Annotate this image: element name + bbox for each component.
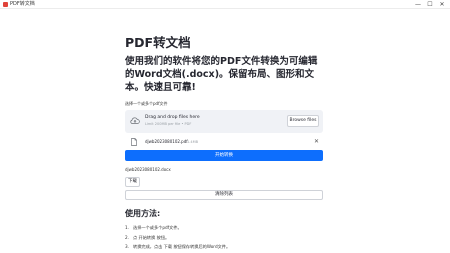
window-title: PDF转文档 [10, 1, 35, 7]
main-content: PDF转文档 使用我们的软件将您的PDF文件转换为可编辑的Word文档(.doc… [125, 35, 323, 252]
uploaded-file-row: djwb2023080102.pdf 1.4MB ✕ [125, 136, 323, 148]
uploaded-file-name: djwb2023080102.pdf [145, 139, 188, 144]
usage-heading: 使用方法: [125, 209, 161, 218]
window-titlebar: PDF转文档 — ☐ ✕ [0, 0, 450, 9]
minimize-button[interactable]: — [412, 0, 424, 9]
converted-file-name: djwb2023080102.docx [125, 167, 171, 172]
page-subtitle: 使用我们的软件将您的PDF文件转换为可编辑的Word文档(.docx)。保留布局… [125, 56, 318, 93]
dropzone-title: Drag and drop files here [145, 115, 200, 120]
app-icon [3, 2, 8, 7]
clear-list-button[interactable]: 清除列表 [125, 190, 323, 200]
usage-steps: 1. 选择一个或多个pdf文件。 2. 点 开始转换 按钮。 3. 转换完成，点击 下… [125, 223, 323, 252]
download-button[interactable]: 下载 [125, 177, 140, 187]
usage-step: 2. 点 开始转换 按钮。 [125, 234, 170, 240]
cloud-upload-icon [130, 117, 140, 124]
remove-file-icon[interactable]: ✕ [314, 137, 319, 147]
usage-step: 1. 选择一个或多个pdf文件。 [125, 225, 182, 230]
usage-step: 3. 转换完成，点击 下载 按钮保存转换后的Word文件。 [125, 244, 231, 249]
start-convert-button[interactable]: 开始转换 [125, 150, 323, 161]
browse-files-button[interactable]: Browse files [287, 115, 319, 127]
maximize-button[interactable]: ☐ [424, 0, 436, 9]
file-dropzone[interactable]: Drag and drop files here Limit 200MB per… [125, 110, 323, 133]
uploader-label: 选择一个或多个pdf文件 [125, 101, 168, 106]
file-icon [131, 138, 137, 146]
dropzone-hint: Limit 200MB per file • PDF [145, 122, 192, 126]
uploaded-file-size: 1.4MB [187, 140, 198, 144]
close-window-button[interactable]: ✕ [436, 0, 448, 9]
page-title: PDF转文档 [125, 35, 191, 50]
